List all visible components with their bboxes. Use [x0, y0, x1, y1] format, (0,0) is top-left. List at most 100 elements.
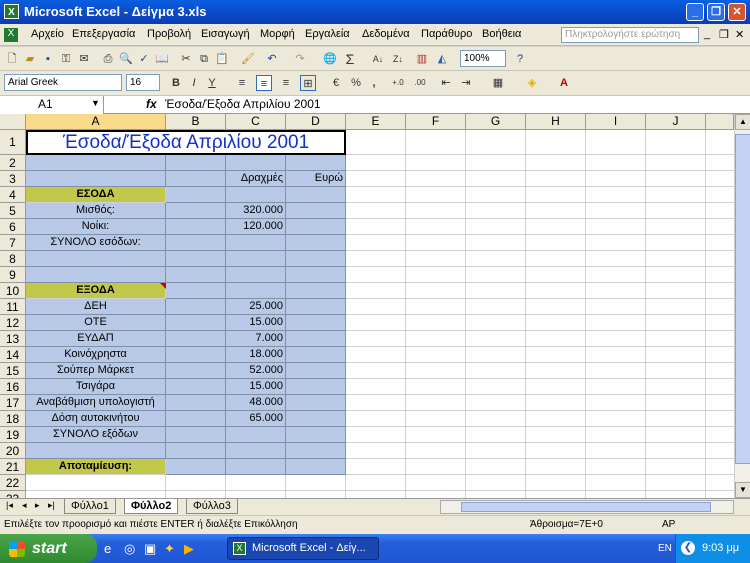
ie-icon[interactable]: e — [104, 541, 111, 556]
sheet-cell[interactable] — [166, 251, 226, 267]
row-header[interactable]: 5 — [0, 203, 26, 219]
row-header[interactable]: 18 — [0, 411, 26, 427]
row-header[interactable]: 14 — [0, 347, 26, 363]
decrease-indent-icon[interactable]: ⇤ — [438, 75, 454, 91]
excel-app-icon[interactable]: X — [4, 4, 19, 19]
comment-indicator[interactable] — [160, 283, 166, 289]
expense-label[interactable]: Σούπερ Μάρκετ — [26, 363, 166, 379]
redo-icon[interactable]: ↷ — [292, 51, 308, 67]
font-name-select[interactable]: Arial Greek — [4, 74, 122, 91]
sheet-cell[interactable] — [286, 283, 346, 299]
row-header[interactable]: 11 — [0, 299, 26, 315]
menu-window[interactable]: Παράθυρο — [421, 28, 472, 40]
print-preview-icon[interactable]: 🔍 — [118, 51, 134, 67]
research-icon[interactable]: 📖 — [154, 51, 170, 67]
expense-value[interactable]: 52.000 — [226, 363, 286, 379]
next-sheet-icon[interactable]: ▸ — [35, 500, 40, 511]
scroll-down-icon[interactable]: ▼ — [735, 482, 750, 498]
sheet-cell[interactable] — [286, 267, 346, 283]
help-icon[interactable]: ? — [512, 51, 528, 67]
sheet-cell[interactable] — [166, 267, 226, 283]
name-box[interactable]: A1 — [0, 96, 104, 114]
tab-sheet2[interactable]: Φύλλο2 — [124, 499, 179, 514]
expense-label[interactable]: Κοινόχρηστα — [26, 347, 166, 363]
sheet-cell[interactable] — [286, 427, 346, 443]
sheet-cell[interactable] — [286, 203, 346, 219]
minimize-button[interactable]: _ — [686, 3, 704, 21]
currency-icon[interactable]: € — [328, 75, 344, 91]
first-sheet-icon[interactable]: |◂ — [6, 500, 13, 511]
desktop-icon[interactable]: ▣ — [144, 541, 156, 557]
copy-icon[interactable]: ⧉ — [196, 51, 212, 67]
column-header-f[interactable]: F — [406, 114, 466, 130]
fill-color-icon[interactable]: ◈ — [524, 75, 540, 91]
sheet-cell[interactable] — [226, 251, 286, 267]
sheet-cell[interactable] — [286, 219, 346, 235]
sheet-cell[interactable] — [286, 363, 346, 379]
decrease-decimal-icon[interactable]: .00 — [412, 75, 428, 91]
row-header[interactable]: 10 — [0, 283, 26, 299]
income-section-label[interactable]: ΕΣΟΔΑ — [26, 187, 166, 203]
column-header-e[interactable]: E — [346, 114, 406, 130]
sheet-cell[interactable] — [286, 347, 346, 363]
menu-file[interactable]: Αρχείο — [31, 28, 64, 40]
expense-value[interactable]: 15.000 — [226, 379, 286, 395]
sheet-cell[interactable] — [166, 155, 226, 171]
undo-icon[interactable]: ↶ — [264, 51, 280, 67]
sheet-cell[interactable] — [286, 459, 346, 475]
expense-label[interactable]: ΟΤΕ — [26, 315, 166, 331]
expense-label[interactable]: ΕΥΔΑΠ — [26, 331, 166, 347]
autosum-icon[interactable]: Σ — [342, 51, 358, 67]
select-all-corner[interactable] — [0, 114, 26, 130]
taskbar-excel-window[interactable]: X Microsoft Excel - Δείγ... — [227, 537, 379, 560]
merge-center-icon[interactable]: ⊞ — [300, 75, 316, 91]
sheet-cell[interactable] — [166, 379, 226, 395]
balance-label[interactable]: Αποταμίευση: — [26, 459, 166, 475]
new-icon[interactable]: 🗋 — [4, 51, 20, 67]
email-icon[interactable]: ✉ — [76, 51, 92, 67]
drawing-icon[interactable]: ◭ — [434, 51, 450, 67]
scroll-up-icon[interactable]: ▲ — [735, 114, 750, 130]
increase-indent-icon[interactable]: ⇥ — [458, 75, 474, 91]
sheet-cell[interactable] — [166, 315, 226, 331]
expense-total-label[interactable]: ΣΥΝΟΛΟ εξόδων — [26, 427, 166, 443]
sheet-cell[interactable] — [226, 427, 286, 443]
horizontal-scroll-thumb[interactable] — [461, 502, 711, 512]
prev-sheet-icon[interactable]: ◂ — [22, 500, 27, 511]
expense-label[interactable]: Τσιγάρα — [26, 379, 166, 395]
messenger-icon[interactable]: ✦ — [164, 541, 175, 557]
menu-tools[interactable]: Εργαλεία — [305, 28, 350, 40]
hyperlink-icon[interactable]: 🌐 — [322, 51, 338, 67]
sheet-cell[interactable] — [166, 443, 226, 459]
expense-value[interactable]: 65.000 — [226, 411, 286, 427]
sheet-cell[interactable] — [166, 219, 226, 235]
row-header[interactable]: 20 — [0, 443, 26, 459]
sheet-cell[interactable] — [286, 379, 346, 395]
column-header-j[interactable]: J — [646, 114, 706, 130]
tab-sheet1[interactable]: Φύλλο1 — [64, 499, 116, 514]
save-icon[interactable]: ▪ — [40, 51, 56, 67]
sheet-cell[interactable] — [226, 267, 286, 283]
borders-icon[interactable]: ▦ — [490, 75, 506, 91]
sheet-cell[interactable] — [166, 235, 226, 251]
income-value[interactable]: 320.000 — [226, 203, 286, 219]
sort-descending-icon[interactable]: Z↓ — [390, 51, 406, 67]
worksheet-grid[interactable]: A B C D E F G H I J 1 2 3 4 5 6 7 8 9 10 11 12 13 14 1… — [0, 114, 734, 498]
horizontal-scrollbar[interactable] — [440, 500, 734, 514]
row-header[interactable]: 8 — [0, 251, 26, 267]
row-header[interactable]: 17 — [0, 395, 26, 411]
clock[interactable]: 9:03 μμ — [702, 534, 739, 563]
open-icon[interactable]: ▰ — [22, 51, 38, 67]
sheet-cell[interactable] — [286, 299, 346, 315]
restore-button[interactable]: ❐ — [707, 3, 725, 21]
sort-ascending-icon[interactable]: A↓ — [370, 51, 386, 67]
sheet-cell[interactable] — [226, 155, 286, 171]
last-sheet-icon[interactable]: ▸| — [48, 500, 55, 511]
expense-label[interactable]: ΔΕΗ — [26, 299, 166, 315]
zoom-select[interactable]: 100% — [460, 50, 506, 67]
expense-value[interactable]: 7.000 — [226, 331, 286, 347]
sheet-cell[interactable] — [26, 155, 166, 171]
comma-style-icon[interactable]: , — [366, 75, 382, 91]
column-header-a[interactable]: A — [26, 114, 166, 130]
vertical-scrollbar[interactable]: ▲ ▼ — [734, 114, 750, 498]
